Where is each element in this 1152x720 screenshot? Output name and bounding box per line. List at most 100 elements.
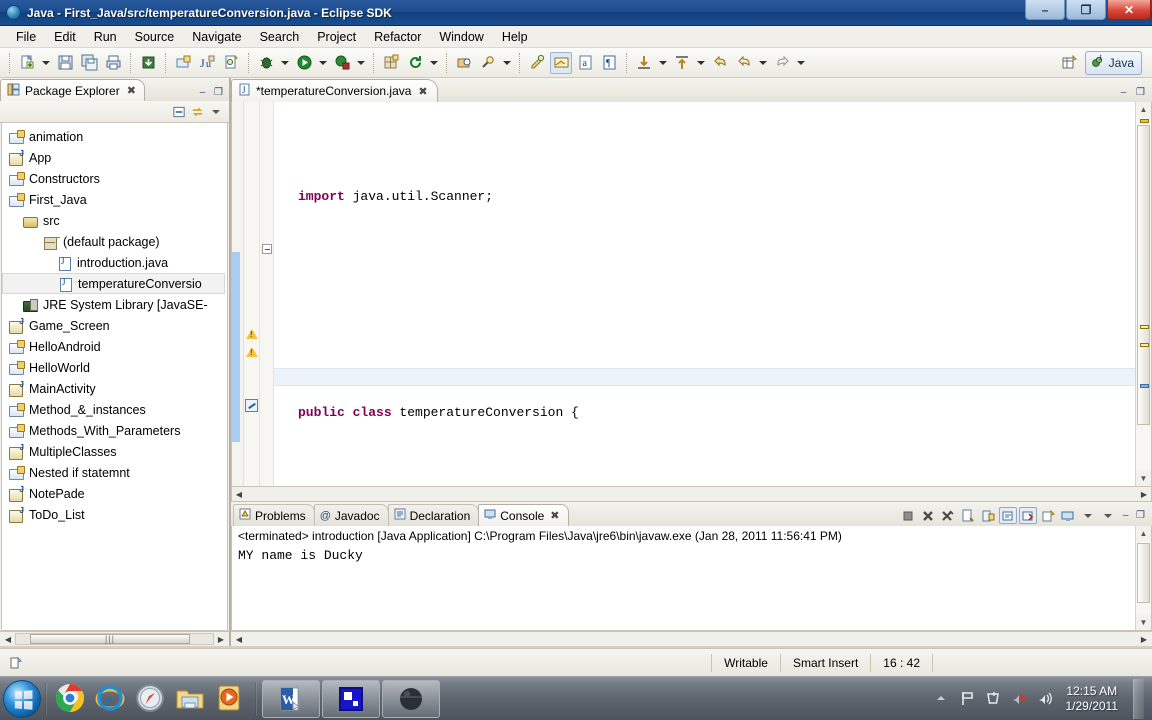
overview-marker-warning[interactable] [1140,343,1149,347]
tree-item-mainactivity[interactable]: MainActivity [2,378,227,399]
tree-item-first-java[interactable]: First_Java [2,189,227,210]
open-perspective-icon[interactable] [1059,52,1081,74]
forward-back-icon[interactable] [733,52,755,74]
previous-annotation-dropdown-icon[interactable] [695,52,707,74]
overview-marker-warning[interactable] [1140,325,1149,329]
menu-project[interactable]: Project [308,28,365,46]
forward-dropdown-icon[interactable] [795,52,807,74]
perspective-java-button[interactable]: J Java [1084,50,1142,75]
chrome-icon[interactable] [54,682,88,716]
maximize-view-button[interactable]: ❐ [212,86,225,99]
scroll-up-icon[interactable]: ▲ [1136,102,1151,117]
tree-item-introduction-java[interactable]: introduction.java [2,252,227,273]
remove-all-terminated-icon[interactable] [939,507,957,524]
scroll-left-icon[interactable]: ◀ [232,635,246,644]
collapse-all-icon[interactable] [173,105,186,118]
scroll-right-icon[interactable]: ▶ [1137,635,1151,644]
tree-item-helloworld[interactable]: HelloWorld [2,357,227,378]
new-console-view-icon[interactable] [1059,507,1077,524]
microsoft-word-taskbar-button[interactable]: W [262,679,320,718]
refresh-dropdown-icon[interactable] [428,52,440,74]
tree-item-methods-with-parameters[interactable]: Methods_With_Parameters [2,420,227,441]
maximize-button[interactable]: ❐ [1066,0,1106,20]
save-icon[interactable] [54,52,76,74]
start-orb-icon[interactable] [3,679,41,718]
back-icon[interactable] [709,52,731,74]
show-desktop-button[interactable] [1133,678,1144,719]
maximize-editor-button[interactable]: ❐ [1134,86,1147,99]
volume-icon[interactable] [1037,690,1054,707]
open-console-icon[interactable] [1039,507,1057,524]
project-tree[interactable]: animation App Constructors First_Java sr… [1,123,228,631]
taskbar-clock[interactable]: 12:15 AM 1/29/2011 [1063,684,1119,714]
editor-horizontal-scrollbar[interactable]: ◀ ▶ [231,487,1152,502]
tab-package-explorer[interactable]: Package Explorer ✖ [0,79,145,101]
scroll-down-icon[interactable]: ▼ [1136,615,1151,630]
tree-item-game-screen[interactable]: Game_Screen [2,315,227,336]
tree-item-temperature-conversion-java[interactable]: temperatureConversio [2,273,225,294]
console-horizontal-scrollbar[interactable]: ◀ ▶ [231,631,1152,646]
scroll-right-icon[interactable]: ▶ [214,635,228,644]
warning-marker-icon[interactable] [245,345,259,359]
scroll-track[interactable] [1136,541,1151,615]
terminate-icon[interactable] [899,507,917,524]
overview-marker-change[interactable] [1140,384,1149,388]
toggle-mark-occurrences-icon[interactable] [550,51,572,74]
save-all-icon[interactable] [78,52,100,74]
menu-refactor[interactable]: Refactor [365,28,430,46]
new-java-class-icon[interactable] [220,52,242,74]
network-muted-icon[interactable] [1011,690,1028,707]
menu-edit[interactable]: Edit [45,28,85,46]
back-dropdown-icon[interactable] [757,52,769,74]
close-button[interactable]: ✕ [1107,0,1151,20]
overview-ruler[interactable] [1136,117,1151,471]
run-icon[interactable] [293,52,315,74]
tree-item-todo-list[interactable]: ToDo_List [2,504,227,525]
internet-explorer-icon[interactable]: e [94,682,128,716]
tree-item-constructors[interactable]: Constructors [2,168,227,189]
next-annotation-icon[interactable] [633,52,655,74]
tree-item-app[interactable]: App [2,147,227,168]
minimize-button[interactable]: – [1025,0,1065,20]
scroll-thumb[interactable]: ||| [30,634,190,644]
menu-file[interactable]: File [7,28,45,46]
code-text-area[interactable]: import java.util.Scanner; public class t… [274,102,1135,486]
tab-problems[interactable]: Problems [233,504,315,526]
media-player-icon[interactable] [214,682,248,716]
safari-icon[interactable] [134,682,168,716]
tree-item-src[interactable]: src [2,210,227,231]
show-hidden-icons-icon[interactable] [933,690,950,707]
tab-declaration[interactable]: Declaration [387,504,480,526]
eclipse-taskbar-button[interactable] [322,679,380,718]
dark-sphere-taskbar-button[interactable] [382,679,440,718]
new-package-icon[interactable] [380,52,402,74]
tab-console[interactable]: Console ✖ [478,504,569,526]
scroll-thumb[interactable] [1137,125,1150,425]
print-icon[interactable] [102,52,124,74]
new-dropdown-icon[interactable] [40,52,52,74]
external-tools-dropdown-icon[interactable] [355,52,367,74]
overview-marker-warning[interactable] [1140,119,1149,123]
tree-item-nested-if-statemnt[interactable]: Nested if statemnt [2,462,227,483]
tree-item-default-package[interactable]: (default package) [2,231,227,252]
tree-item-notepade[interactable]: NotePade [2,483,227,504]
display-selected-console-icon[interactable] [1019,507,1037,524]
scroll-left-icon[interactable]: ◀ [232,490,246,499]
scroll-up-icon[interactable]: ▲ [1136,526,1151,541]
show-print-margin-icon[interactable]: ¶ [598,52,620,74]
editor-vertical-scrollbar[interactable]: ▲ ▼ [1135,102,1151,486]
tree-item-method-and-instances[interactable]: Method_&_instances [2,399,227,420]
remove-launch-icon[interactable] [919,507,937,524]
export-icon[interactable] [137,52,159,74]
fold-collapse-icon[interactable] [262,244,272,254]
tree-item-jre-system-library[interactable]: JRE System Library [JavaSE- [2,294,227,315]
menu-run[interactable]: Run [85,28,126,46]
new-console-dropdown-icon[interactable] [1079,507,1097,524]
editor-marker-bar[interactable] [244,102,260,486]
refresh-icon[interactable] [404,52,426,74]
console-vertical-scrollbar[interactable]: ▲ ▼ [1135,526,1151,630]
editor-folding-bar[interactable] [260,102,274,486]
open-type-icon[interactable] [453,52,475,74]
previous-annotation-icon[interactable] [671,52,693,74]
debug-icon[interactable] [255,52,277,74]
